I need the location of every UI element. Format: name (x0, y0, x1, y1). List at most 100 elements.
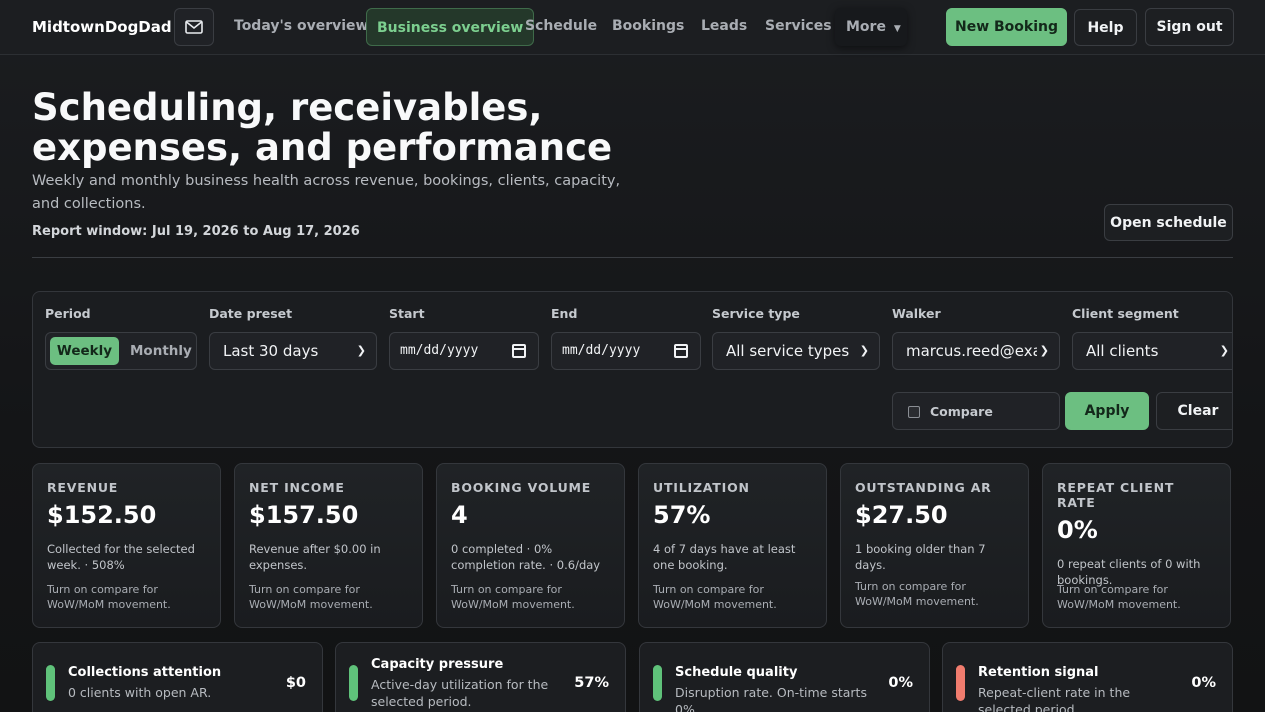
kpi-card-repeat-client-rate: REPEAT CLIENT RATE 0% 0 repeat clients o… (1042, 463, 1231, 628)
signal-card-schedule-quality: Schedule quality Disruption rate. On-tim… (639, 642, 930, 712)
period-monthly-option[interactable]: Monthly (130, 337, 192, 365)
page-subtitle: Weekly and monthly business health acros… (32, 173, 621, 212)
signal-title: Retention signal (978, 665, 1099, 680)
kpi-value: $27.50 (855, 501, 948, 529)
date-preset-label: Date preset (209, 306, 293, 321)
signal-value: $0 (285, 675, 306, 691)
kpi-value: 57% (653, 501, 711, 529)
messages-button[interactable] (174, 8, 214, 46)
help-button[interactable]: Help (1074, 9, 1137, 46)
kpi-value: $152.50 (47, 501, 157, 529)
start-date-input[interactable]: mm/dd/yyyy (389, 332, 539, 370)
nav-link-services[interactable]: Services (765, 18, 832, 34)
service-type-label: Service type (712, 306, 800, 321)
kpi-card-utilization: UTILIZATION 57% 4 of 7 days have at leas… (638, 463, 827, 628)
start-label: Start (389, 306, 425, 321)
chevron-down-icon: ❯ (356, 344, 366, 357)
kpi-label: UTILIZATION (653, 480, 750, 495)
signal-card-retention: Retention signal Repeat-client rate in t… (942, 642, 1233, 712)
more-dropdown[interactable]: More ▼ (835, 8, 907, 46)
walker-select[interactable]: marcus.reed@exar ❯ (892, 332, 1060, 370)
kpi-card-revenue: REVENUE $152.50 Collected for the select… (32, 463, 221, 628)
apply-button[interactable]: Apply (1065, 392, 1149, 430)
chevron-down-icon: ❯ (1036, 333, 1049, 369)
nav-link-leads[interactable]: Leads (701, 18, 747, 34)
new-booking-button[interactable]: New Booking (946, 8, 1067, 46)
end-label: End (551, 306, 578, 321)
kpi-value: 4 (451, 501, 468, 529)
top-navbar: MidtownDogDad Today's overview Business … (0, 0, 1265, 55)
signal-title: Collections attention (68, 665, 222, 680)
signal-description: Active-day utilization for the selected … (371, 677, 549, 709)
header-divider (32, 257, 1233, 258)
signal-description: Disruption rate. On-time starts 0%. (675, 685, 867, 712)
kpi-description: 4 of 7 days have at least one booking. (653, 542, 796, 572)
kpi-note: Turn on compare for WoW/MoM movement. (249, 583, 373, 611)
kpi-label: OUTSTANDING AR (855, 480, 992, 495)
brand-logo[interactable]: MidtownDogDad (32, 18, 172, 36)
walker-value: marcus.reed@exar (906, 342, 1048, 360)
mail-icon (185, 20, 203, 34)
compare-label: Compare (930, 404, 993, 419)
kpi-value: 0% (1057, 516, 1098, 544)
signal-value: 0% (888, 675, 913, 691)
kpi-note: Turn on compare for WoW/MoM movement. (47, 583, 171, 611)
nav-link-business-overview[interactable]: Business overview (366, 8, 535, 46)
signal-title: Schedule quality (675, 665, 798, 680)
more-label: More (846, 19, 886, 35)
period-weekly-option[interactable]: Weekly (50, 337, 119, 365)
kpi-label: REPEAT CLIENT RATE (1057, 480, 1175, 510)
date-preset-value: Last 30 days (223, 342, 319, 360)
signal-description: Repeat-client rate in the selected perio… (978, 685, 1131, 712)
calendar-icon[interactable] (512, 344, 526, 358)
kpi-label: REVENUE (47, 480, 119, 495)
signal-status-bar (653, 665, 662, 701)
kpi-description: Collected for the selected week. · 508% (47, 542, 195, 572)
service-type-select[interactable]: All service types ❯ (712, 332, 880, 370)
kpi-value: $157.50 (249, 501, 359, 529)
signal-title: Capacity pressure (371, 657, 504, 672)
chevron-down-icon: ❯ (1219, 344, 1229, 357)
kpi-description: 0 completed · 0% completion rate. · 0.6/… (451, 542, 601, 572)
signal-card-collections: Collections attention 0 clients with ope… (32, 642, 323, 712)
compare-toggle[interactable]: Compare (892, 392, 1060, 430)
signal-status-bar (349, 665, 358, 701)
nav-link-todays-overview[interactable]: Today's overview (234, 18, 368, 34)
open-schedule-button[interactable]: Open schedule (1104, 204, 1233, 241)
kpi-note: Turn on compare for WoW/MoM movement. (653, 583, 777, 611)
kpi-note: Turn on compare for WoW/MoM movement. (855, 580, 979, 608)
signal-card-capacity: Capacity pressure Active-day utilization… (335, 642, 626, 712)
kpi-card-outstanding-ar: OUTSTANDING AR $27.50 1 booking older th… (840, 463, 1029, 628)
sign-out-button[interactable]: Sign out (1145, 8, 1234, 46)
kpi-card-net-income: NET INCOME $157.50 Revenue after $0.00 i… (234, 463, 423, 628)
date-preset-select[interactable]: Last 30 days ❯ (209, 332, 377, 370)
signal-status-bar (956, 665, 965, 701)
period-toggle: Weekly Monthly (45, 332, 197, 370)
nav-link-schedule[interactable]: Schedule (525, 18, 597, 34)
compare-checkbox[interactable] (908, 406, 920, 418)
period-label: Period (45, 306, 91, 321)
report-window: Report window: Jul 19, 2026 to Aug 17, 2… (32, 224, 360, 239)
nav-link-bookings[interactable]: Bookings (612, 18, 684, 34)
signal-description: 0 clients with open AR. (68, 685, 212, 700)
signal-status-bar (46, 665, 55, 701)
end-date-input[interactable]: mm/dd/yyyy (551, 332, 701, 370)
kpi-description: 1 booking older than 7 days. (855, 542, 986, 572)
client-segment-select[interactable]: All clients ❯ (1072, 332, 1232, 370)
signal-value: 57% (574, 675, 609, 691)
clear-button[interactable]: Clear (1156, 392, 1232, 430)
page-title: Scheduling, receivables, expenses, and p… (32, 86, 613, 169)
kpi-note: Turn on compare for WoW/MoM movement. (451, 583, 575, 611)
signal-value: 0% (1191, 675, 1216, 691)
calendar-icon[interactable] (674, 344, 688, 358)
filter-panel: Period Weekly Monthly Date preset Last 3… (32, 291, 1233, 448)
client-segment-label: Client segment (1072, 306, 1179, 321)
start-date-placeholder: mm/dd/yyyy (400, 343, 479, 358)
chevron-down-icon: ❯ (859, 344, 869, 357)
kpi-note: Turn on compare for WoW/MoM movement. (1057, 583, 1181, 611)
kpi-label: NET INCOME (249, 480, 345, 495)
kpi-card-booking-volume: BOOKING VOLUME 4 0 completed · 0% comple… (436, 463, 625, 628)
end-date-placeholder: mm/dd/yyyy (562, 343, 641, 358)
client-segment-value: All clients (1086, 342, 1159, 360)
kpi-description: Revenue after $0.00 in expenses. (249, 542, 381, 572)
